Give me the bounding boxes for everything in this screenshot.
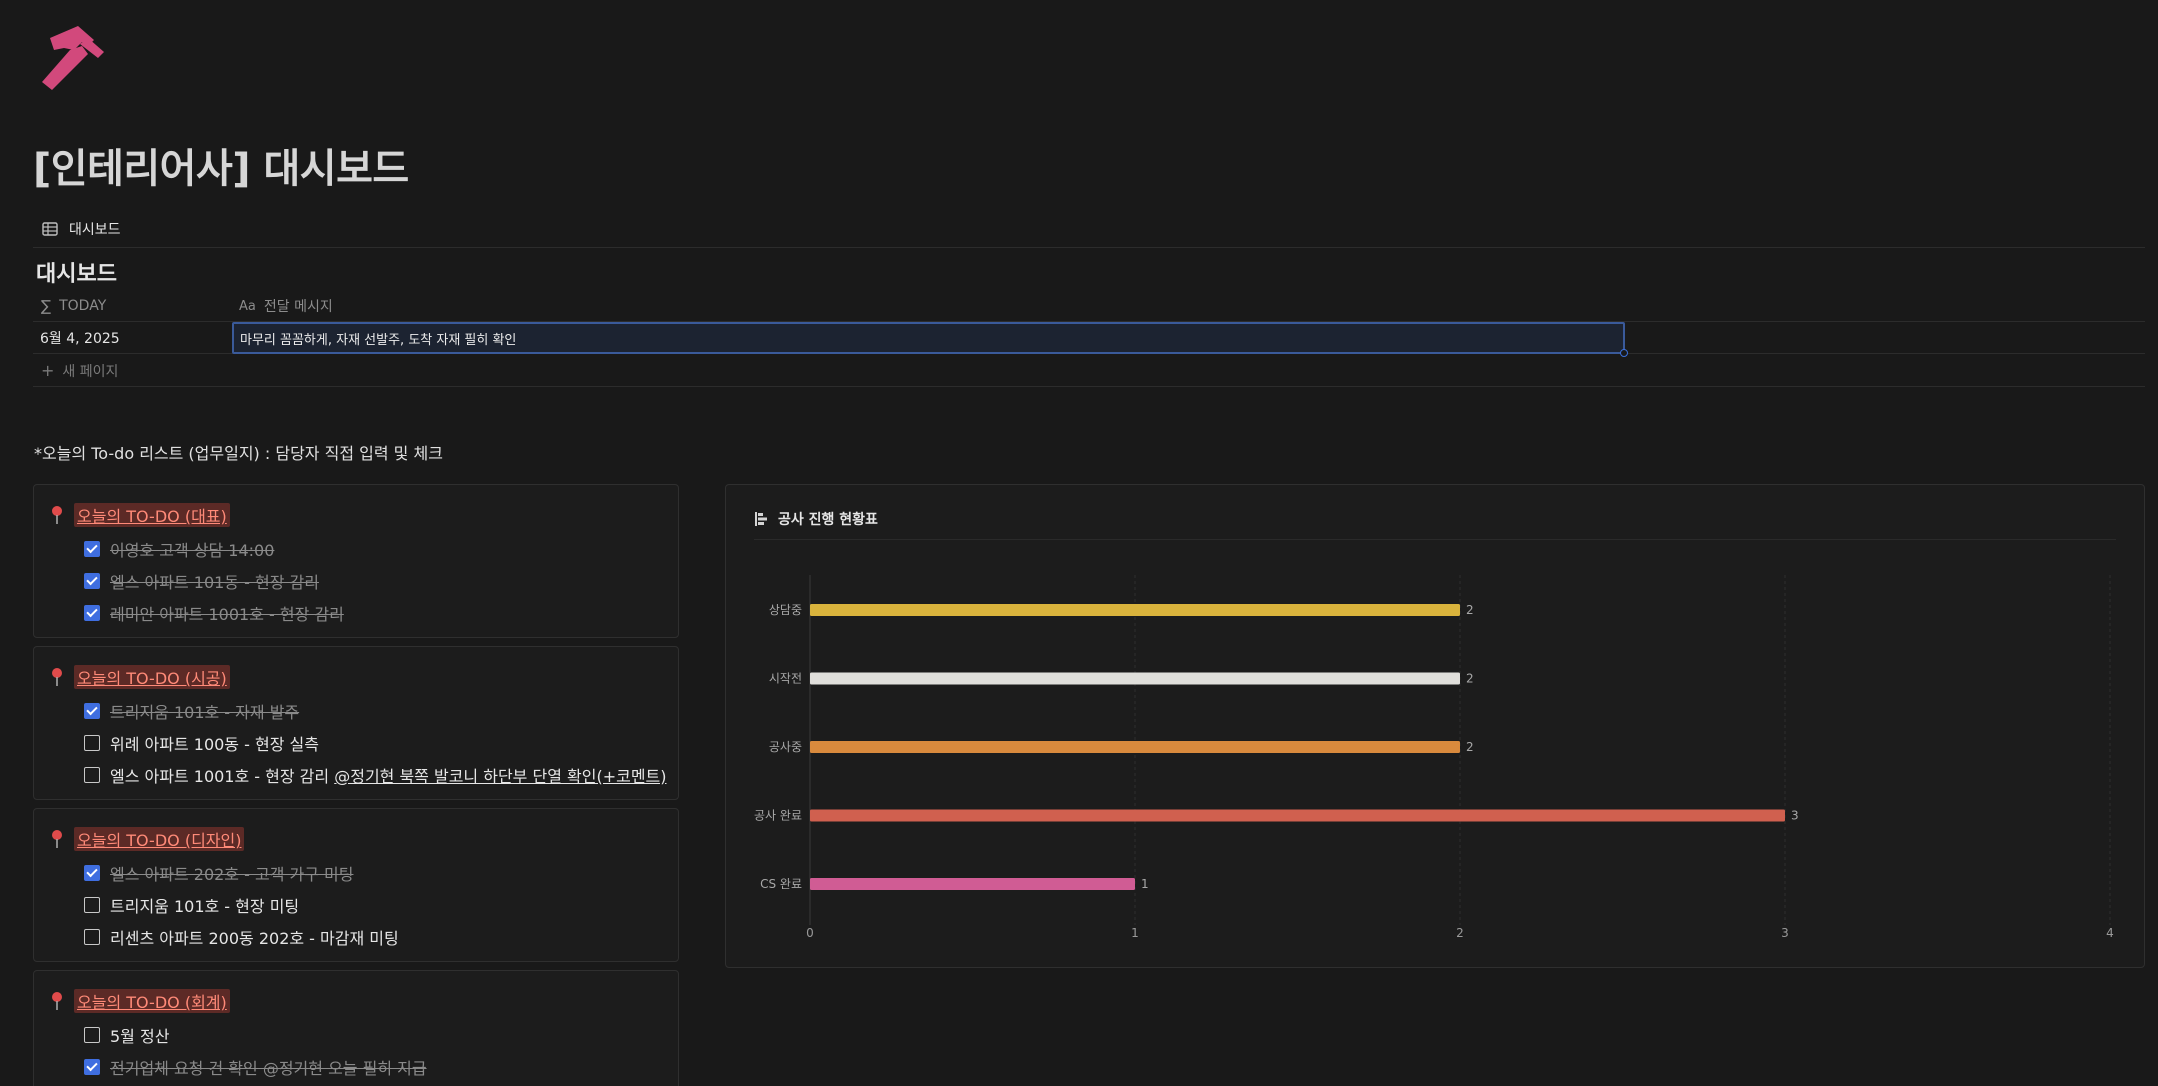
column-header-today[interactable]: ∑ TODAY bbox=[41, 290, 106, 322]
x-tick-label: 1 bbox=[1131, 926, 1139, 940]
bar bbox=[810, 604, 1460, 616]
todo-card-design: 오늘의 TO-DO (디자인) 엘스 아파트 202호 - 고객 가구 미팅 트… bbox=[33, 808, 679, 962]
todo-item[interactable]: 이영호 고객 상담 14:00 bbox=[84, 537, 274, 561]
todo-item[interactable]: 엘스 아파트 202호 - 고객 가구 미팅 bbox=[84, 861, 353, 885]
mention-link[interactable]: @정기현 북쪽 발코니 하단부 단열 확인(+코멘트) bbox=[334, 767, 666, 786]
x-tick-label: 2 bbox=[1456, 926, 1464, 940]
pushpin-icon bbox=[52, 992, 62, 1010]
checkbox[interactable] bbox=[84, 735, 100, 751]
chart-card: 공사 진행 현황표 0 1 2 3 4 상담중 2 시작전 2 공사중 2 공사 완료 3 CS 완료 1 bbox=[725, 484, 2145, 968]
todo-card-heading: 오늘의 TO-DO (시공) bbox=[50, 665, 230, 689]
checkbox[interactable] bbox=[84, 573, 100, 589]
data-label: 3 bbox=[1791, 809, 1799, 823]
tab-dashboard[interactable]: 대시보드 bbox=[41, 216, 121, 242]
checkbox[interactable] bbox=[84, 767, 100, 783]
page-title: [인테리어사] 대시보드 bbox=[33, 146, 409, 192]
database-title[interactable]: 대시보드 bbox=[36, 256, 117, 288]
todo-card-construction: 오늘의 TO-DO (시공) 트리지움 101호 - 자재 발주 위례 아파트 … bbox=[33, 646, 679, 800]
checkbox[interactable] bbox=[84, 929, 100, 945]
column-header-message[interactable]: Aa 전달 메시지 bbox=[239, 290, 333, 322]
y-tick-label: 시작전 bbox=[769, 672, 802, 686]
new-page-button[interactable]: + 새 페이지 bbox=[33, 355, 2145, 387]
bar bbox=[810, 741, 1460, 753]
checkbox[interactable] bbox=[84, 605, 100, 621]
checkbox[interactable] bbox=[84, 897, 100, 913]
x-tick-label: 3 bbox=[1781, 926, 1789, 940]
notion-page: [인테리어사] 대시보드 대시보드 대시보드 ∑ TODAY Aa 전달 메시지… bbox=[0, 0, 2158, 1086]
hammer-icon[interactable] bbox=[36, 24, 110, 94]
bar bbox=[810, 809, 1785, 822]
table-icon bbox=[42, 222, 58, 236]
todo-item[interactable]: 엘스 아파트 101동 - 현장 감리 bbox=[84, 569, 319, 593]
text-property-icon: Aa bbox=[239, 298, 256, 314]
pushpin-icon bbox=[52, 830, 62, 848]
todo-card-heading: 오늘의 TO-DO (대표) bbox=[50, 503, 230, 527]
plus-icon: + bbox=[41, 361, 55, 380]
sigma-icon: ∑ bbox=[41, 297, 52, 315]
checkbox[interactable] bbox=[84, 1059, 100, 1075]
pushpin-icon bbox=[52, 668, 62, 686]
todo-item[interactable]: 리센츠 아파트 200동 202호 - 마감재 미팅 bbox=[84, 925, 399, 949]
y-tick-label: 상담중 bbox=[769, 603, 802, 617]
table-row[interactable]: 6월 4, 2025 마무리 꼼꼼하게, 자재 선발주, 도착 자재 필히 확인 bbox=[33, 322, 2145, 357]
todo-item[interactable]: 전기업체 요청 건 확인 @정기현 오늘 필히 지급 bbox=[84, 1055, 427, 1079]
checkbox[interactable] bbox=[84, 1027, 100, 1043]
y-tick-label: 공사 완료 bbox=[754, 809, 802, 823]
cell-today[interactable]: 6월 4, 2025 bbox=[40, 322, 120, 354]
data-label: 2 bbox=[1466, 740, 1474, 754]
bar bbox=[810, 878, 1135, 890]
todo-card-ceo: 오늘의 TO-DO (대표) 이영호 고객 상담 14:00 엘스 아파트 10… bbox=[33, 484, 679, 638]
data-label: 2 bbox=[1466, 672, 1474, 686]
bar bbox=[810, 672, 1460, 685]
cell-message[interactable]: 마무리 꼼꼼하게, 자재 선발주, 도착 자재 필히 확인 bbox=[232, 322, 1628, 357]
data-label: 2 bbox=[1466, 603, 1474, 617]
y-tick-label: 공사중 bbox=[769, 740, 802, 754]
todo-item[interactable]: 트리지움 101호 - 현장 미팅 bbox=[84, 893, 299, 917]
x-tick-label: 0 bbox=[806, 926, 814, 940]
todo-card-heading: 오늘의 TO-DO (회계) bbox=[50, 989, 230, 1013]
todo-item[interactable]: 위례 아파트 100동 - 현장 실측 bbox=[84, 731, 319, 755]
todo-card-heading: 오늘의 TO-DO (디자인) bbox=[50, 827, 245, 851]
checkbox[interactable] bbox=[84, 703, 100, 719]
checkbox[interactable] bbox=[84, 865, 100, 881]
y-tick-label: CS 완료 bbox=[760, 877, 802, 891]
tab-label: 대시보드 bbox=[69, 222, 121, 238]
todo-item[interactable]: 레미안 아파트 1001호 - 현장 감리 bbox=[84, 601, 344, 625]
checkbox[interactable] bbox=[84, 541, 100, 557]
todo-item[interactable]: 트리지움 101호 - 자재 발주 bbox=[84, 699, 299, 723]
todo-item[interactable]: 엘스 아파트 1001호 - 현장 감리 @정기현 북쪽 발코니 하단부 단열 … bbox=[84, 763, 667, 787]
todo-item[interactable]: 5월 정산 bbox=[84, 1023, 169, 1047]
bar-chart: 0 1 2 3 4 상담중 2 시작전 2 공사중 2 공사 완료 3 CS 완료 1 bbox=[754, 575, 2114, 940]
view-tab-bar: 대시보드 bbox=[33, 212, 2145, 248]
x-tick-label: 4 bbox=[2106, 926, 2114, 940]
todo-card-accounting: 오늘의 TO-DO (회계) 5월 정산 전기업체 요청 건 확인 @정기현 오… bbox=[33, 970, 679, 1086]
pushpin-icon bbox=[52, 506, 62, 524]
database-header: ∑ TODAY Aa 전달 메시지 bbox=[33, 290, 2145, 322]
instruction-text: *오늘의 To-do 리스트 (업무일지) : 담당자 직접 입력 및 체크 bbox=[34, 444, 443, 463]
data-label: 1 bbox=[1141, 877, 1149, 891]
